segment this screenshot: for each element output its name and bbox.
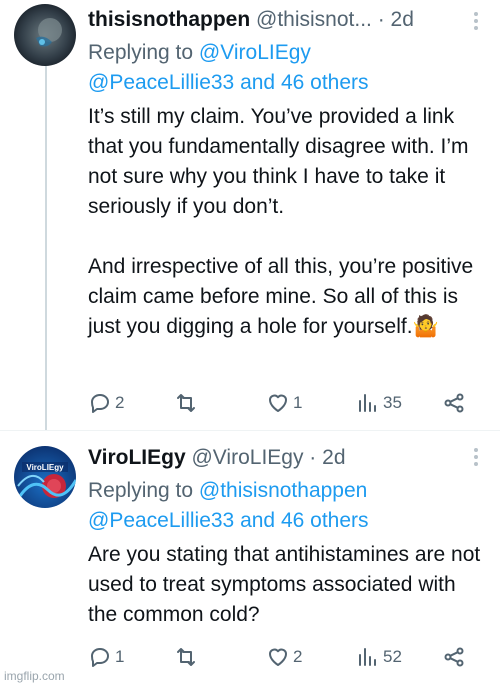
mention-link[interactable]: @ViroLIEgy [199,41,311,64]
reply-button[interactable]: 1 [88,642,124,672]
separator-dot: · [377,8,391,31]
like-button[interactable]: 2 [266,642,302,672]
tweet-thisisnothappen[interactable]: thisisnothappen @thisisnot... · 2d Reply… [0,0,500,428]
like-button[interactable]: 1 [266,388,302,418]
tweet-header: ViroLIEgy @ViroLIEgy · 2d [88,443,476,473]
replying-to-label: Replying to [88,41,194,64]
share-button[interactable] [442,642,466,672]
mention-link[interactable]: @thisisnothappen [199,479,367,502]
mention-others-link[interactable]: @PeaceLillie33 and 46 others [88,509,369,532]
share-icon [444,393,464,413]
tweet-body: It’s still my claim. You’ve provided a l… [88,105,474,338]
views-button[interactable]: 35 [356,388,402,418]
tweet-text: It’s still my claim. You’ve provided a l… [88,102,490,342]
views-count: 52 [383,647,402,666]
avatar-text: ViroLIEgy [26,463,64,472]
replying-to: Replying to @thisisnothappen @PeaceLilli… [88,476,490,536]
reply-count: 2 [115,393,125,412]
like-count: 1 [293,393,303,412]
more-icon[interactable] [474,12,480,30]
display-name[interactable]: ViroLIEgy [88,446,186,469]
tweet-text: Are you stating that antihistamines are … [88,543,481,626]
more-icon[interactable] [474,448,480,466]
imgflip-watermark: imgflip.com [4,669,65,683]
user-handle[interactable]: @thisisnot... [256,8,372,31]
replying-to: Replying to @ViroLIEgy @PeaceLillie33 an… [88,38,490,98]
retweet-button[interactable] [174,388,201,418]
avatar[interactable] [14,4,76,66]
separator-dot: · [303,446,323,469]
retweet-button[interactable] [174,642,201,672]
action-bar: 2 1 35 [88,388,478,418]
heart-icon [269,648,287,666]
reply-count: 1 [115,647,125,666]
views-button[interactable]: 52 [356,642,402,672]
action-bar: 1 2 52 [88,642,478,672]
replying-to-label: Replying to [88,479,194,502]
reply-button[interactable]: 2 [88,388,124,418]
share-button[interactable] [442,388,466,418]
user-handle[interactable]: @ViroLIEgy [191,446,303,469]
timestamp[interactable]: 2d [391,8,414,31]
share-icon [444,647,464,667]
retweet-icon [177,648,195,666]
like-count: 2 [293,647,303,666]
reply-icon [91,648,109,667]
timestamp[interactable]: 2d [322,446,345,469]
mention-others-link[interactable]: @PeaceLillie33 and 46 others [88,71,369,94]
tweet-virolieg[interactable]: ViroLIEgy ViroLIEgy @ViroLIEgy · 2d Repl… [0,432,500,686]
views-icon [359,394,376,412]
divider [0,430,500,431]
display-name[interactable]: thisisnothappen [88,8,250,31]
retweet-icon [177,394,195,412]
views-count: 35 [383,393,402,412]
views-icon [359,648,376,666]
tweet-header: thisisnothappen @thisisnot... · 2d [88,5,476,35]
shrug-emoji: 🤷 [412,315,439,338]
avatar[interactable]: ViroLIEgy [14,446,76,508]
heart-icon [269,394,287,412]
reply-icon [91,394,109,413]
